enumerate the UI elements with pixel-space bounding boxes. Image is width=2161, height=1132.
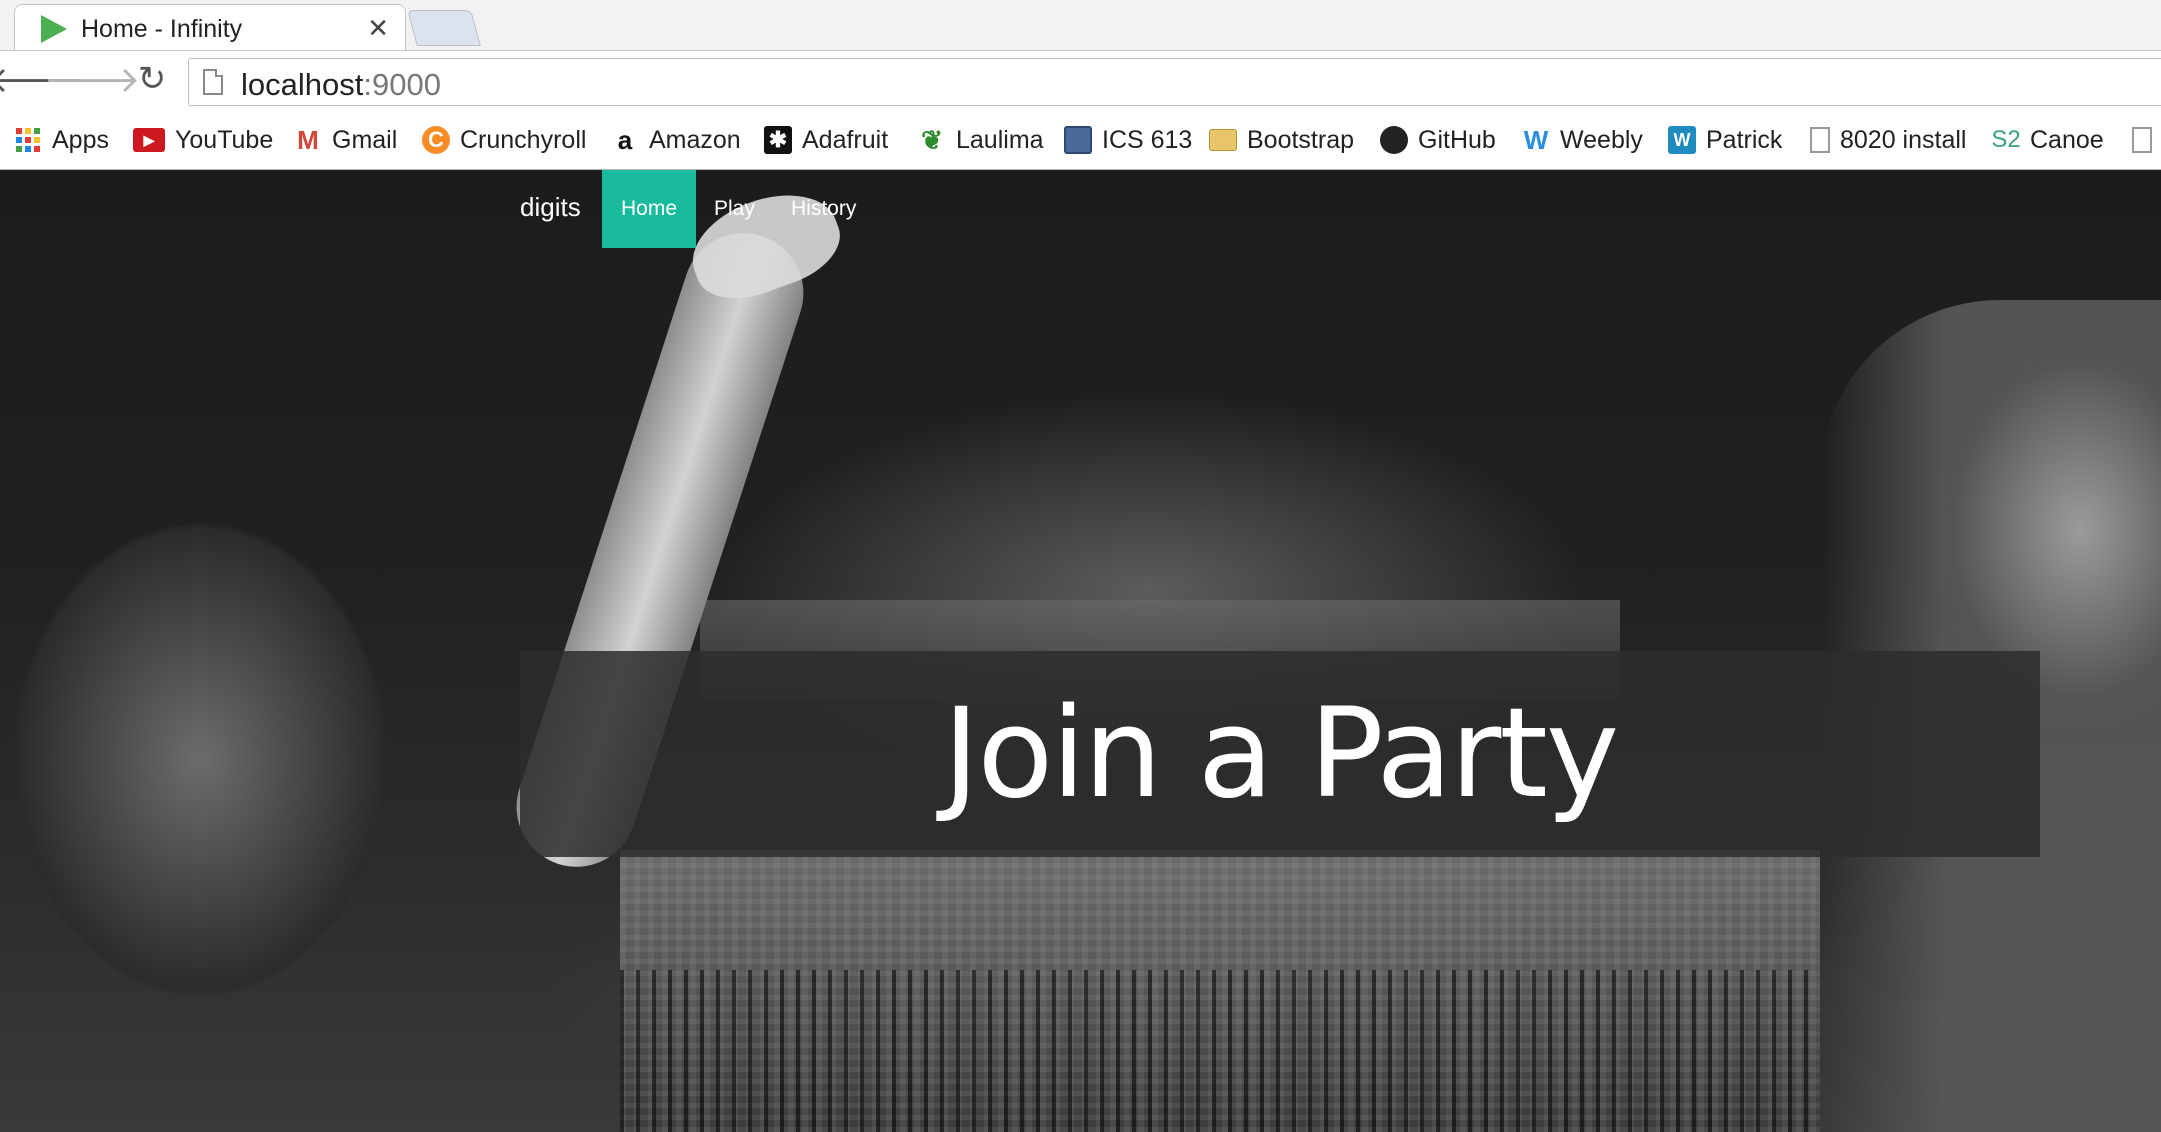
bookmark-laulima[interactable]: ❦ Laulima <box>918 124 1044 156</box>
url-port: :9000 <box>363 67 441 102</box>
bookmark-apps[interactable]: Apps <box>14 124 109 156</box>
hero-title: Join a Party <box>942 682 1619 826</box>
bookmark-label: Laulima <box>956 125 1044 154</box>
bookmark-8020-install[interactable]: 8020 install <box>1810 124 1966 156</box>
bookmarks-bar: Apps ▶ YouTube M Gmail C Crunchyroll a A… <box>0 113 2161 170</box>
play-favicon-icon <box>41 15 67 43</box>
url-host: localhost <box>241 67 364 102</box>
bookmark-youtube[interactable]: ▶ YouTube <box>133 124 273 156</box>
bookmark-overflow[interactable] <box>2132 124 2152 156</box>
bookmark-github[interactable]: GitHub <box>1380 124 1496 156</box>
nav-history[interactable]: History <box>772 170 875 248</box>
bookmark-label: Bootstrap <box>1247 125 1355 154</box>
wordpress-icon: W <box>1668 126 1696 154</box>
url-text[interactable]: localhost:9000 <box>241 67 441 103</box>
browser-toolbar: 🡐 🡒 ↻ localhost:9000 <box>0 51 2161 113</box>
amazon-icon: a <box>617 124 633 155</box>
ics613-icon <box>1064 126 1092 154</box>
adafruit-icon: ✱ <box>764 126 792 154</box>
bookmark-label: Patrick <box>1706 125 1783 154</box>
reload-icon[interactable]: ↻ <box>130 57 174 101</box>
page-icon <box>203 69 223 95</box>
bookmark-patrick[interactable]: W Patrick <box>1668 124 1782 156</box>
bookmark-weebly[interactable]: W Weebly <box>1522 124 1643 156</box>
bookmark-label: ICS 613 <box>1102 125 1193 154</box>
page-viewport: digits Home Play History Join a Party <box>0 170 2161 1132</box>
bookmark-label: YouTube <box>175 125 274 154</box>
page-icon <box>2132 127 2152 153</box>
weebly-icon: W <box>1523 124 1549 155</box>
bookmark-gmail[interactable]: M Gmail <box>294 124 397 156</box>
tab-title: Home - Infinity <box>81 15 243 43</box>
s2-icon: S2 <box>1991 126 2021 153</box>
address-bar[interactable]: localhost:9000 <box>188 58 2161 106</box>
brand-link[interactable]: digits <box>520 192 581 223</box>
bookmark-canoe[interactable]: S2 Canoe <box>1991 124 2104 156</box>
tab-strip: Home - Infinity ✕ <box>0 0 2161 51</box>
bookmark-label: 8020 install <box>1840 125 1967 154</box>
bookmark-label: Amazon <box>649 125 741 154</box>
browser-tab[interactable]: Home - Infinity ✕ <box>14 4 406 50</box>
bookmark-label: Adafruit <box>802 125 889 154</box>
bookmark-ics613[interactable]: ICS 613 <box>1064 124 1192 156</box>
nav-home[interactable]: Home <box>602 170 697 248</box>
bookmark-label: Apps <box>52 125 109 154</box>
gmail-icon: M <box>297 124 319 155</box>
close-tab-icon[interactable]: ✕ <box>367 13 389 43</box>
bookmark-bootstrap[interactable]: Bootstrap <box>1209 124 1354 156</box>
forward-arrow-icon[interactable]: 🡒 <box>44 57 141 101</box>
bookmark-label: Gmail <box>332 125 398 154</box>
bookmark-adafruit[interactable]: ✱ Adafruit <box>764 124 888 156</box>
page-icon <box>1810 127 1830 153</box>
crunchyroll-icon: C <box>422 126 450 154</box>
bookmark-crunchyroll[interactable]: C Crunchyroll <box>422 124 586 156</box>
youtube-icon: ▶ <box>133 128 165 152</box>
github-icon <box>1380 126 1408 154</box>
laulima-icon: ❦ <box>921 124 943 155</box>
bookmark-amazon[interactable]: a Amazon <box>611 124 741 156</box>
bookmark-label: Canoe <box>2030 125 2104 154</box>
nav-play[interactable]: Play <box>695 170 774 248</box>
bookmark-label: GitHub <box>1418 125 1496 154</box>
hero-banner: Join a Party <box>520 651 2040 857</box>
apps-icon <box>14 126 42 154</box>
barrier-fence <box>620 970 1820 1132</box>
bookmark-label: Weebly <box>1560 125 1643 154</box>
folder-icon <box>1209 129 1237 151</box>
bookmark-label: Crunchyroll <box>460 125 587 154</box>
site-navbar: digits Home Play History <box>0 170 2161 248</box>
new-tab-button[interactable] <box>407 10 481 46</box>
